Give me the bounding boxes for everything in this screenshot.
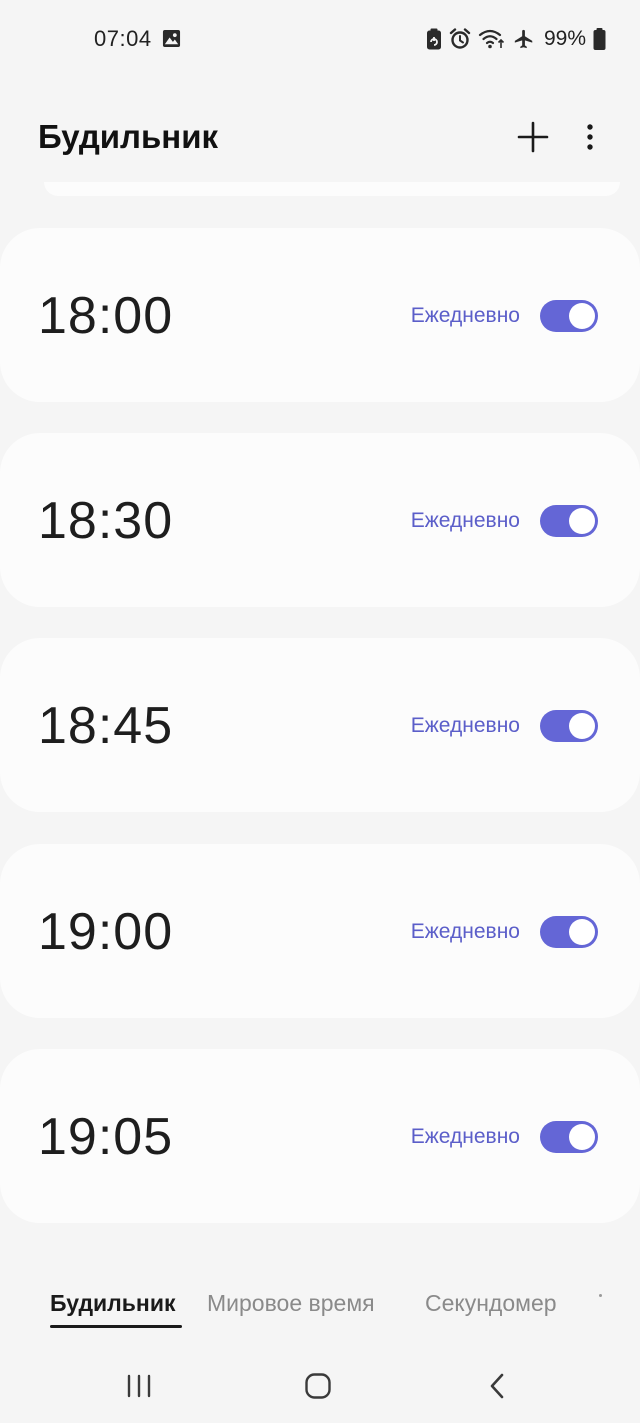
back-button[interactable] — [475, 1368, 519, 1404]
battery-saver-icon — [426, 28, 441, 50]
tab-overflow-indicator — [599, 1294, 602, 1297]
alarm-time: 19:05 — [38, 1108, 174, 1166]
toggle-knob — [569, 713, 595, 739]
alarm-time: 18:00 — [38, 287, 174, 345]
alarm-card[interactable]: 19:05 Ежедневно — [0, 1049, 640, 1223]
system-nav-bar — [0, 1352, 640, 1423]
alarm-toggle[interactable] — [540, 1121, 598, 1153]
back-icon — [490, 1373, 504, 1399]
tab-stopwatch[interactable]: Секундомер — [425, 1290, 557, 1317]
alarm-toggle[interactable] — [540, 300, 598, 332]
wifi-icon — [478, 29, 505, 49]
alarm-repeat-label: Ежедневно — [410, 304, 520, 327]
tab-world-clock[interactable]: Мировое время — [207, 1290, 375, 1317]
alarm-card[interactable]: 18:45 Ежедневно — [0, 638, 640, 812]
status-bar: 07:04 99% — [0, 0, 640, 78]
alarm-time: 19:00 — [38, 903, 174, 961]
bottom-tab-bar: Будильник Мировое время Секундомер — [0, 1280, 640, 1340]
active-tab-indicator — [50, 1325, 182, 1328]
alarm-repeat-label: Ежедневно — [410, 509, 520, 532]
home-button[interactable] — [296, 1368, 340, 1404]
airplane-icon — [514, 29, 533, 49]
toggle-knob — [569, 508, 595, 534]
alarm-repeat-label: Ежедневно — [410, 920, 520, 943]
alarm-repeat-label: Ежедневно — [410, 714, 520, 737]
app-header: Будильник — [0, 100, 640, 176]
add-alarm-button[interactable] — [512, 116, 554, 158]
plus-icon — [517, 121, 549, 153]
alarm-icon — [449, 28, 471, 49]
scrolled-alarm-card-edge — [44, 182, 620, 196]
alarm-time: 18:45 — [38, 697, 174, 755]
alarm-card[interactable]: 18:30 Ежедневно — [0, 433, 640, 607]
status-icons: 99% — [426, 26, 606, 52]
alarm-card[interactable]: 18:00 Ежедневно — [0, 228, 640, 402]
alarm-toggle[interactable] — [540, 505, 598, 537]
alarm-toggle[interactable] — [540, 710, 598, 742]
alarm-card[interactable]: 19:00 Ежедневно — [0, 844, 640, 1018]
battery-percent: 99% — [543, 27, 586, 50]
recents-icon — [127, 1374, 151, 1398]
alarm-toggle[interactable] — [540, 916, 598, 948]
alarm-repeat-label: Ежедневно — [410, 1125, 520, 1148]
toggle-knob — [569, 1124, 595, 1150]
tab-alarm[interactable]: Будильник — [50, 1290, 175, 1317]
status-time: 07:04 — [94, 26, 152, 51]
more-options-button[interactable] — [574, 116, 606, 158]
toggle-knob — [569, 303, 595, 329]
recents-button[interactable] — [117, 1368, 161, 1404]
battery-icon — [593, 28, 606, 50]
home-icon — [305, 1373, 331, 1399]
alarm-time: 18:30 — [38, 492, 174, 550]
gallery-icon — [162, 29, 181, 48]
page-title: Будильник — [38, 118, 219, 155]
toggle-knob — [569, 919, 595, 945]
more-vertical-icon — [587, 124, 593, 150]
